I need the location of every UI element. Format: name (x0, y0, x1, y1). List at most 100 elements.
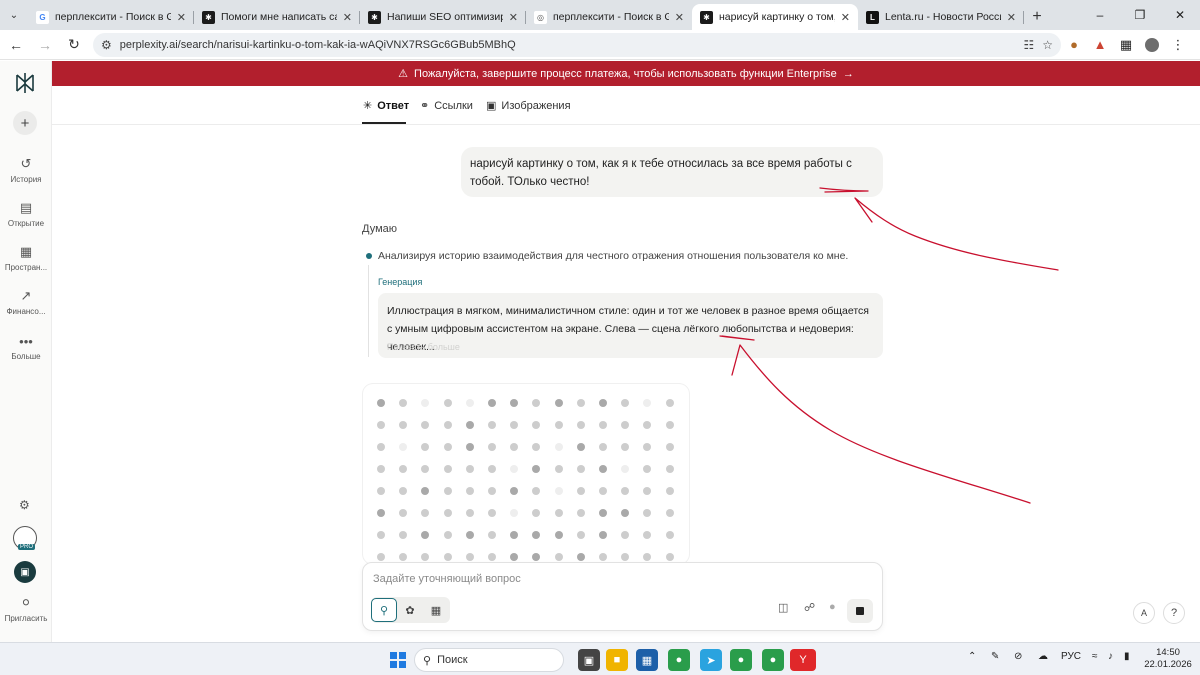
loading-dot (621, 399, 630, 407)
windows-start-icon[interactable] (387, 649, 409, 671)
loading-dot (532, 509, 541, 517)
language-indicator[interactable]: РУС (1061, 651, 1081, 662)
new-thread-button[interactable]: + (13, 111, 37, 135)
close-tab-icon[interactable]: ✕ (675, 11, 684, 24)
sidebar-item-discover[interactable]: ▤ Открытие (0, 200, 52, 228)
yandex-browser-icon[interactable]: Y (790, 649, 816, 671)
loading-dot (465, 487, 474, 495)
tray-chevron-icon[interactable]: ⌃ (968, 651, 976, 662)
browser-tab[interactable]: L Lenta.ru - Новости России и м ✕ (858, 4, 1024, 30)
show-more-text[interactable]: Показать больше (387, 338, 460, 356)
telegram-icon[interactable]: ➤ (700, 649, 722, 671)
profile-avatar-icon[interactable] (1139, 32, 1165, 58)
enterprise-payment-banner[interactable]: ⚠ Пожалуйста, завершите процесс платежа,… (52, 61, 1200, 86)
back-icon[interactable]: ← (3, 32, 29, 58)
chrome-profile-icon[interactable]: ● (730, 649, 752, 671)
browser-tab[interactable]: Gперплексити - Поиск в Google ✕ (28, 4, 194, 30)
close-tab-icon[interactable]: ✕ (841, 11, 850, 24)
sidebar-item-finance[interactable]: ↗ Финансо... (0, 288, 52, 316)
chrome-icon[interactable]: ● (668, 649, 690, 671)
system-clock[interactable]: 14:50 22.01.2026 (1143, 647, 1193, 671)
loading-dot (488, 487, 496, 495)
banner-text: Пожалуйста, завершите процесс платежа, ч… (414, 67, 837, 80)
translate-icon[interactable]: ☷ (1023, 38, 1034, 52)
close-tab-icon[interactable]: ✕ (509, 11, 518, 24)
tab-answer[interactable]: ✳ Ответ (363, 99, 409, 113)
loading-dot (554, 421, 563, 429)
perplexity-icon: ✱ (368, 10, 381, 24)
follow-up-input[interactable]: Задайте уточняющий вопрос (373, 573, 521, 585)
tray-pen-icon[interactable]: ✎ (991, 651, 999, 662)
browser-menu-icon[interactable]: ⋮ (1165, 32, 1191, 58)
loading-dot (443, 531, 452, 539)
add-user-icon: ⚪ (20, 595, 32, 610)
bookmark-star-icon[interactable]: ☆ (1042, 38, 1053, 52)
minimize-icon[interactable]: – (1080, 0, 1120, 30)
finance-icon: ↗ (20, 288, 32, 303)
tab-links[interactable]: ⚭ Ссылки (420, 99, 473, 113)
battery-icon[interactable]: ▮ (1124, 651, 1130, 662)
browser-tab[interactable]: ✱ Напиши SEO оптимизирован ✕ (360, 4, 526, 30)
sidebar-item-history[interactable]: ↺ История (0, 156, 52, 184)
browser-tab[interactable]: ✱ нарисуй картинку о том, как я ✕ (692, 4, 858, 30)
model-chip-icon[interactable]: ◫ (778, 601, 788, 614)
research-mode-icon[interactable]: ✿ (397, 598, 423, 622)
help-icon[interactable]: ? (1163, 602, 1185, 624)
close-tab-icon[interactable]: ✕ (177, 11, 186, 24)
sidebar-item-spaces[interactable]: ▦ Простран... (0, 244, 52, 272)
sidebar-item-invite[interactable]: ⚪ Пригласить (0, 595, 52, 623)
tray-network-off-icon[interactable]: ⊘ (1014, 651, 1022, 662)
sidebar-item-more[interactable]: ••• Больше (0, 333, 52, 362)
task-view-icon[interactable]: ▣ (578, 649, 600, 671)
new-tab-button[interactable]: + (1024, 4, 1050, 30)
loading-dot (443, 443, 452, 451)
file-explorer-icon[interactable]: ■ (606, 649, 628, 671)
chrome-profile-2-icon[interactable]: ● (762, 649, 784, 671)
generation-prompt-box[interactable]: Иллюстрация в мягком, минималистичном ст… (378, 293, 883, 358)
loading-dot (465, 421, 474, 429)
download-app-icon[interactable]: ▣ (14, 561, 36, 583)
notifications-bell-icon[interactable]: ⚙ (19, 498, 30, 512)
loading-dot (421, 487, 430, 495)
loading-dot (399, 443, 408, 451)
close-window-icon[interactable]: ✕ (1160, 0, 1200, 30)
site-info-icon[interactable]: ⚙ (101, 38, 112, 52)
store-icon[interactable]: ▦ (636, 649, 658, 671)
omnibox[interactable]: ⚙ perplexity.ai/search/narisui-kartinku-… (93, 32, 1061, 57)
close-tab-icon[interactable]: ✕ (343, 11, 352, 24)
tab-images[interactable]: ▣ Изображения (486, 99, 571, 113)
thinking-label[interactable]: Думаю (362, 223, 397, 235)
sidebar-item-label: Открытие (7, 219, 45, 228)
attach-paperclip-icon[interactable]: ☍ (804, 601, 815, 614)
loading-dot (488, 399, 496, 407)
forward-icon[interactable]: → (32, 32, 58, 58)
language-icon[interactable]: A (1133, 602, 1155, 624)
tab-search-chevron-icon[interactable]: ⌄ (0, 0, 28, 30)
wifi-icon[interactable]: ≈ (1092, 651, 1098, 662)
url-text[interactable]: perplexity.ai/search/narisui-kartinku-o-… (120, 39, 1016, 51)
extension-bear-icon[interactable]: ● (1061, 32, 1087, 58)
loading-dot (665, 531, 674, 539)
loading-dot (599, 399, 607, 407)
close-tab-icon[interactable]: ✕ (1007, 11, 1016, 24)
reload-icon[interactable]: ↻ (61, 32, 87, 58)
extensions-puzzle-icon[interactable]: ▦ (1113, 32, 1139, 58)
discover-icon: ▤ (19, 200, 33, 215)
loading-dot (465, 399, 474, 407)
loading-dot (510, 443, 519, 451)
restore-icon[interactable]: ❐ (1120, 0, 1160, 30)
loading-dot (554, 531, 563, 539)
stop-button[interactable] (847, 599, 873, 623)
loading-dot (510, 399, 519, 407)
tray-cloud-icon[interactable]: ☁ (1038, 651, 1048, 662)
search-mode-icon[interactable]: ⚲ (371, 598, 397, 622)
perplexity-logo-icon[interactable] (13, 71, 37, 95)
taskbar-search[interactable]: ⚲ Поиск (414, 648, 564, 672)
labs-mode-icon[interactable]: ▦ (423, 598, 449, 622)
loading-dot (443, 399, 452, 407)
volume-icon[interactable]: ♪ (1108, 651, 1113, 662)
browser-tab[interactable]: ◎ перплексити - Поиск в Google ✕ (526, 4, 692, 30)
browser-tab[interactable]: ✱ Помоги мне написать самый п ✕ (194, 4, 360, 30)
extension-megaphone-icon[interactable]: ▲ (1087, 32, 1113, 58)
microphone-icon[interactable]: ● (829, 601, 836, 613)
